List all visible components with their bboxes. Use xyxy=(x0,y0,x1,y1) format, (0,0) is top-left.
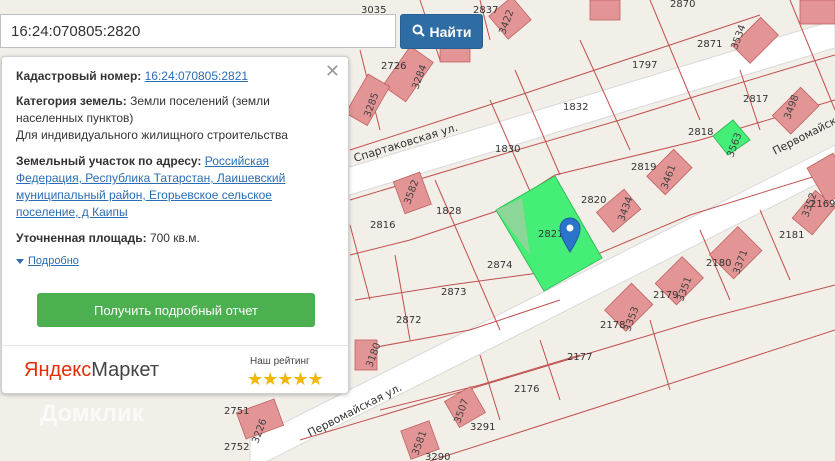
parcel-number: 2871 xyxy=(697,39,722,50)
parcel-number: 2181 xyxy=(779,230,804,241)
yandex-market-logo[interactable]: ЯндексМаркет xyxy=(24,359,159,382)
address-row: Земельный участок по адресу: Российская … xyxy=(16,153,306,221)
parcel-info-panel: ✕ Кадастровый номер: 16:24:070805:2821 К… xyxy=(1,56,349,394)
search-bar xyxy=(0,14,400,50)
parcel-number: 2180 xyxy=(706,258,731,269)
parcel-number: 2874 xyxy=(487,260,512,271)
details-link[interactable]: Подробно xyxy=(28,255,79,267)
parcel-number: 1832 xyxy=(563,102,588,113)
parcel-number: 2870 xyxy=(670,0,695,10)
parcel-number: 1828 xyxy=(436,206,461,217)
cadastral-label: Кадастровый номер: xyxy=(16,69,142,83)
parcel-number: 2816 xyxy=(370,220,395,231)
parcel-number: 2176 xyxy=(514,384,539,395)
parcel-number: 2818 xyxy=(688,127,713,138)
parcel-number: 3290 xyxy=(425,452,450,461)
parcel-number: 2873 xyxy=(441,287,466,298)
market-logo-text: Маркет xyxy=(91,359,159,381)
divider xyxy=(2,345,348,346)
search-input[interactable] xyxy=(0,14,396,48)
usage-text: Для индивидуального жилищного строительс… xyxy=(16,128,288,142)
search-icon xyxy=(412,24,425,40)
parcel-number: 2819 xyxy=(631,162,656,173)
chevron-down-icon xyxy=(16,258,24,264)
parcel-number: 2872 xyxy=(396,315,421,326)
rating-stars: ★★★★★ xyxy=(247,369,324,389)
category-label: Категория земель: xyxy=(16,94,127,108)
parcel-number: 2820 xyxy=(581,195,606,206)
cadastral-row: Кадастровый номер: 16:24:070805:2821 xyxy=(16,68,316,85)
parcel-number: 2821 xyxy=(538,229,563,240)
parcel-number: 2177 xyxy=(567,352,592,363)
watermark-logo: Домклик xyxy=(40,400,144,427)
parcel-number: 2726 xyxy=(381,61,406,72)
parcel-number: 3291 xyxy=(470,422,495,433)
parcel-number: 2817 xyxy=(743,94,768,105)
search-button[interactable]: Найти xyxy=(400,14,483,49)
search-button-label: Найти xyxy=(429,23,472,40)
get-report-button[interactable]: Получить подробный отчет xyxy=(37,293,315,327)
parcel-number: 2751 xyxy=(224,406,249,417)
rating-label: Наш рейтинг xyxy=(250,356,310,367)
yandex-logo-text: Яндекс xyxy=(24,359,92,381)
area-row: Уточненная площадь: 700 кв.м. xyxy=(16,230,316,247)
address-label: Земельный участок по адресу: xyxy=(16,154,202,168)
area-label: Уточненная площадь: xyxy=(16,231,147,245)
parcel-number: 1830 xyxy=(495,144,520,155)
area-value: 700 кв.м. xyxy=(149,231,200,245)
details-toggle[interactable]: Подробно xyxy=(16,255,79,267)
cadastral-number-link[interactable]: 16:24:070805:2821 xyxy=(145,69,248,83)
close-icon[interactable]: ✕ xyxy=(325,61,340,82)
parcel-number: 2752 xyxy=(224,442,249,453)
category-row: Категория земель: Земли поселений (земли… xyxy=(16,93,316,127)
parcel-number: 1797 xyxy=(632,60,657,71)
